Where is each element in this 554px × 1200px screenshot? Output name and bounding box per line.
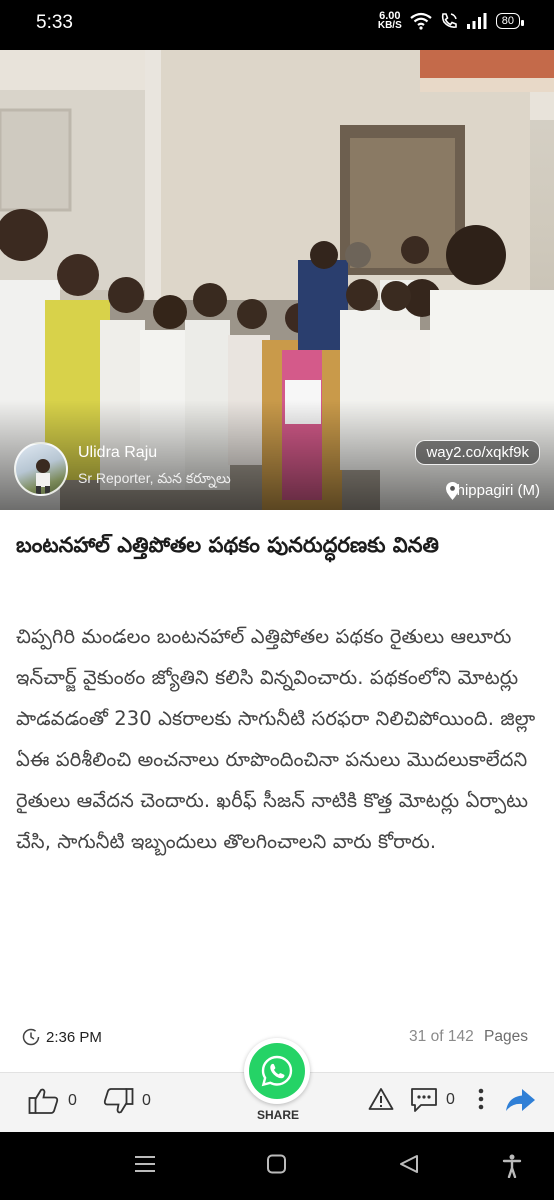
reporter-role: Sr Reporter, మన కర్నూలు xyxy=(78,470,231,486)
comment-count: 0 xyxy=(446,1091,455,1108)
warning-icon xyxy=(368,1088,394,1110)
forward-share-button[interactable] xyxy=(504,1087,536,1113)
post-time: 2:36 PM xyxy=(22,1028,102,1046)
wifi-calling-icon xyxy=(441,13,457,28)
network-speed: 6.00 KB/S xyxy=(377,11,402,31)
post-time-text: 2:36 PM xyxy=(46,1028,102,1046)
dislike-count: 0 xyxy=(142,1092,151,1109)
page-total: 142 xyxy=(447,1028,474,1045)
page-counter: 31 of 142 Pages xyxy=(409,1028,528,1046)
reporter-name[interactable]: Ulidra Raju xyxy=(78,444,157,462)
article-body: చిప్పగిరి మండలం బంటనహాల్ ఎత్తిపోతల పథకం … xyxy=(16,625,536,853)
nav-recents-button[interactable] xyxy=(134,1154,156,1178)
status-time: 5:33 xyxy=(36,12,73,33)
pages-label: Pages xyxy=(484,1028,528,1045)
clock-icon xyxy=(22,1028,40,1046)
more-options-button[interactable] xyxy=(476,1087,486,1111)
like-button[interactable]: 0 xyxy=(28,1087,77,1115)
whatsapp-circle xyxy=(249,1043,305,1099)
person-icon xyxy=(36,459,50,494)
whatsapp-share-button[interactable] xyxy=(244,1038,310,1104)
accessibility-icon xyxy=(502,1154,522,1179)
status-bar: 5:33 6.00 KB/S 80 xyxy=(0,0,554,50)
location-label: Chippagiri (M) xyxy=(445,482,540,500)
battery-indicator: 80 xyxy=(495,13,525,29)
thumbs-down-icon xyxy=(103,1088,134,1114)
like-count: 0 xyxy=(68,1092,77,1109)
article-headline: బంటనహాల్ ఎత్తిపోతల పథకం పునరుద్ధరణకు విన… xyxy=(16,533,439,557)
share-label: SHARE xyxy=(256,1108,299,1122)
page-current: 31 xyxy=(409,1028,427,1045)
nav-home-button[interactable] xyxy=(266,1154,288,1178)
home-square-icon xyxy=(267,1154,286,1174)
dislike-button[interactable]: 0 xyxy=(102,1087,151,1115)
signal-icon xyxy=(466,13,487,29)
more-vertical-icon xyxy=(478,1088,484,1110)
article-card[interactable]: Ulidra Raju Sr Reporter, మన కర్నూలు way2… xyxy=(0,50,554,1072)
article-photo[interactable]: Ulidra Raju Sr Reporter, మన కర్నూలు way2… xyxy=(0,50,554,510)
whatsapp-icon xyxy=(261,1055,293,1087)
reporter-avatar[interactable] xyxy=(14,442,68,496)
comment-button[interactable]: 0 xyxy=(410,1087,455,1113)
menu-icon xyxy=(135,1156,155,1172)
thumbs-up-icon xyxy=(28,1088,59,1114)
page-of: of xyxy=(430,1028,444,1045)
location-text: Chippagiri (M) xyxy=(445,482,540,499)
comment-icon xyxy=(411,1088,437,1112)
back-triangle-icon xyxy=(400,1155,418,1173)
whatsapp-share[interactable]: SHARE xyxy=(244,1038,312,1122)
short-link-badge[interactable]: way2.co/xqkf9k xyxy=(415,440,540,465)
status-icons: 6.00 KB/S 80 xyxy=(377,11,525,31)
location-pin-icon xyxy=(445,482,459,500)
wifi-icon xyxy=(410,12,432,30)
system-nav-bar xyxy=(0,1132,554,1200)
nav-back-button[interactable] xyxy=(398,1154,420,1178)
nav-accessibility-button[interactable] xyxy=(502,1154,522,1182)
report-button[interactable] xyxy=(368,1087,394,1111)
share-arrow-icon xyxy=(506,1089,535,1111)
network-speed-unit: KB/S xyxy=(377,20,402,31)
